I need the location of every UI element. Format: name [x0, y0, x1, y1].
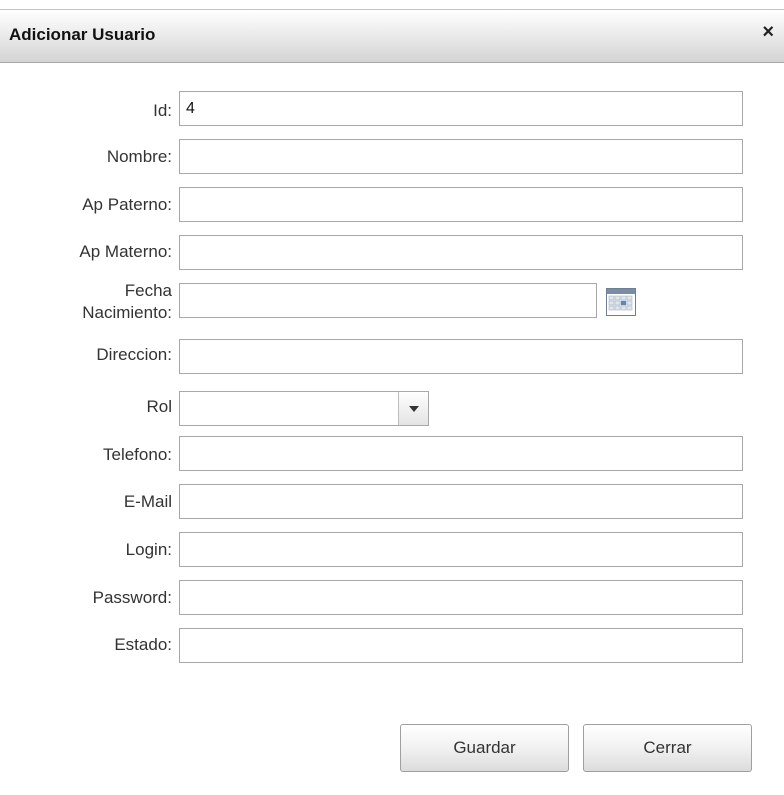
close-icon[interactable]: × — [762, 22, 774, 42]
chevron-down-icon — [409, 406, 419, 412]
ap-materno-field[interactable] — [179, 235, 743, 270]
email-field[interactable] — [179, 484, 743, 519]
id-label: Id: — [153, 101, 172, 120]
nombre-label: Nombre: — [106, 147, 172, 166]
dialog-titlebar: Adicionar Usuario × — [0, 9, 784, 63]
rol-label: Rol — [146, 397, 172, 416]
estado-field[interactable] — [179, 628, 743, 663]
close-button[interactable]: Cerrar — [583, 724, 752, 772]
nombre-field[interactable] — [179, 139, 743, 174]
estado-label: Estado: — [114, 635, 172, 654]
rol-select[interactable] — [179, 391, 429, 426]
ap-paterno-field[interactable] — [179, 187, 743, 222]
login-field[interactable] — [179, 532, 743, 567]
password-label: Password: — [92, 588, 172, 607]
fecha-label-line2: Nacimiento: — [82, 303, 172, 322]
fecha-label-line1: Fecha — [124, 281, 172, 300]
direccion-field[interactable] — [179, 339, 743, 374]
email-label: E-Mail — [123, 492, 172, 511]
telefono-label: Telefono: — [103, 445, 172, 464]
id-field[interactable] — [179, 91, 743, 126]
rol-dropdown-button[interactable] — [398, 392, 428, 425]
password-field[interactable] — [179, 580, 743, 615]
add-user-dialog: Adicionar Usuario × Id: Nombre: Ap Pater… — [0, 0, 784, 795]
calendar-icon[interactable] — [605, 287, 637, 317]
direccion-label: Direccion: — [96, 345, 172, 364]
ap-materno-label: Ap Materno: — [79, 242, 172, 261]
ap-paterno-label: Ap Paterno: — [82, 195, 172, 214]
dialog-title: Adicionar Usuario — [9, 25, 156, 44]
login-label: Login: — [125, 540, 172, 559]
telefono-field[interactable] — [179, 436, 743, 471]
save-button[interactable]: Guardar — [400, 724, 569, 772]
fecha-nacimiento-field[interactable] — [179, 283, 597, 318]
